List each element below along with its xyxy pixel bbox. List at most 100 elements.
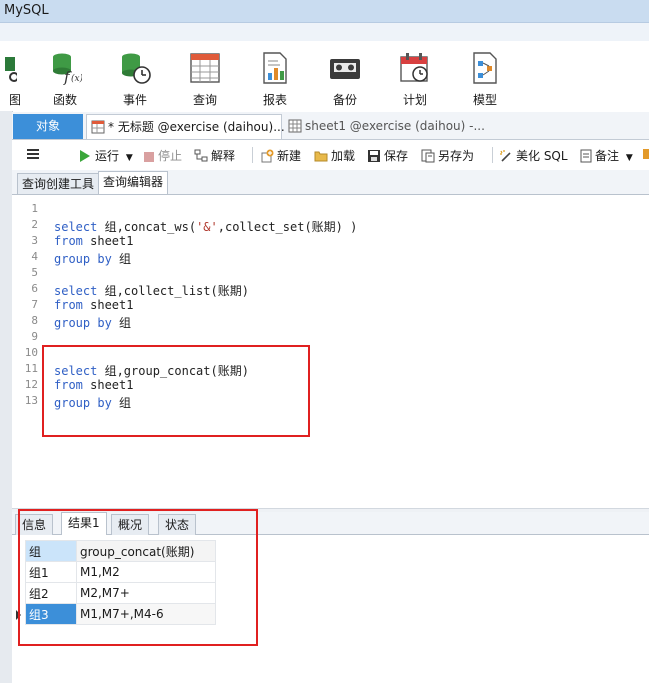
sql-keyword: group by xyxy=(54,252,112,266)
toolbar-model-button[interactable]: 模型 xyxy=(455,51,515,108)
line-number: 4 xyxy=(31,250,38,263)
magic-wand-icon xyxy=(500,150,511,162)
query-action-toolbar: 运行 ▼ 停止 解释 新建 加载 保存 另存为 美化 SQL 备注 ▼ xyxy=(12,140,649,170)
menu-bar: i xyxy=(0,23,649,63)
explain-label: 解释 xyxy=(211,149,236,163)
load-button[interactable]: 加载 xyxy=(314,147,355,164)
toolbar-backup-button[interactable]: 备份 xyxy=(315,51,375,108)
sql-keyword: group by xyxy=(54,316,112,330)
sql-keyword: select xyxy=(54,220,98,234)
document-tab-bar: 对象 * 无标题 @exercise (daihou)... sheet1 @e… xyxy=(12,112,649,140)
line-number: 10 xyxy=(24,346,38,359)
line-number: 5 xyxy=(31,266,38,279)
sql-keyword: from xyxy=(54,234,83,248)
table-icon xyxy=(288,119,302,133)
model-icon xyxy=(473,52,497,84)
toolbar-schedule-button[interactable]: 计划 xyxy=(385,51,445,108)
line-number: 13 xyxy=(24,394,38,407)
toolbar-separator xyxy=(492,147,493,163)
explain-icon xyxy=(194,149,208,162)
query-icon xyxy=(190,53,220,83)
save-as-icon xyxy=(421,149,435,163)
sql-text: 组,concat_ws( xyxy=(97,220,197,234)
new-icon xyxy=(261,149,274,163)
code-line[interactable]: from sheet1 xyxy=(54,234,133,248)
code-line[interactable]: from sheet1 xyxy=(54,298,133,312)
save-label: 保存 xyxy=(384,149,409,163)
code-line[interactable]: group by 组 xyxy=(54,250,131,267)
tab-objects[interactable]: 对象 xyxy=(13,114,83,139)
beautify-sql-button[interactable]: 美化 SQL xyxy=(499,147,568,164)
tab-query-label: * 无标题 @exercise (daihou)... xyxy=(108,120,285,134)
comment-icon xyxy=(580,149,592,163)
stop-button[interactable]: 停止 xyxy=(143,147,182,164)
tab-query-builder[interactable]: 查询创建工具 xyxy=(17,173,100,194)
toolbar-event-button[interactable]: 事件 xyxy=(105,51,165,108)
sql-text: 组,collect_list(账期) xyxy=(97,284,249,298)
sql-text: 组 xyxy=(111,316,132,330)
line-number: 6 xyxy=(31,282,38,295)
line-number: 12 xyxy=(24,378,38,391)
new-button[interactable]: 新建 xyxy=(260,147,301,164)
chevron-down-icon[interactable]: ▼ xyxy=(626,153,633,163)
sql-keyword: from xyxy=(54,298,83,312)
toolbar-function-button[interactable]: f (x) 函数 xyxy=(35,51,95,108)
line-number: 2 xyxy=(31,218,38,231)
line-number: 8 xyxy=(31,314,38,327)
save-as-button[interactable]: 另存为 xyxy=(421,147,474,164)
explain-button[interactable]: 解释 xyxy=(194,147,235,164)
toolbar-query-button[interactable]: 查询 xyxy=(175,51,235,108)
function-icon: f (x) xyxy=(53,53,82,85)
user-icon xyxy=(5,57,17,82)
line-number: 11 xyxy=(24,362,38,375)
toolbar-label: 模型 xyxy=(472,93,497,107)
toolbar-label: 报表 xyxy=(262,93,287,107)
toolbar-separator xyxy=(252,147,253,163)
toolbar-label: 图 xyxy=(8,93,21,107)
menu-hamburger-button[interactable] xyxy=(26,147,43,161)
sql-text: sheet1 xyxy=(82,298,134,312)
load-label: 加载 xyxy=(331,149,356,163)
toolbar-user-button[interactable]: 图 xyxy=(0,51,30,108)
save-as-label: 另存为 xyxy=(438,149,475,163)
sql-text: 组 xyxy=(111,252,132,266)
folder-icon xyxy=(314,151,328,162)
code-line[interactable]: group by 组 xyxy=(54,314,131,331)
code-snippet-icon xyxy=(643,149,649,159)
run-button[interactable]: 运行 ▼ xyxy=(78,147,133,164)
sql-keyword: select xyxy=(54,284,98,298)
chevron-down-icon[interactable]: ▼ xyxy=(126,153,133,163)
toolbar-report-button[interactable]: 报表 xyxy=(245,51,305,108)
event-icon xyxy=(122,53,151,84)
tab-sheet1[interactable]: sheet1 @exercise (daihou) -... xyxy=(286,114,498,139)
tab-query-untitled[interactable]: * 无标题 @exercise (daihou)... xyxy=(86,114,285,139)
overflow-toolbar-icon[interactable] xyxy=(642,147,649,161)
main-toolbar: 图 f (x) 函数 事件 查询 报表 备份 计划 模型 xyxy=(0,41,649,111)
line-number-gutter: 1 2 3 4 5 6 7 8 9 10 11 12 13 xyxy=(12,195,42,508)
toolbar-label: 计划 xyxy=(402,93,427,107)
toolbar-label: 备份 xyxy=(332,93,357,107)
tab-query-editor[interactable]: 查询编辑器 xyxy=(98,171,169,194)
new-label: 新建 xyxy=(277,149,302,163)
toolbar-label: 查询 xyxy=(192,93,217,107)
code-line[interactable]: select 组,concat_ws('&',collect_set(账期) ) xyxy=(54,218,357,235)
svg-text:(x): (x) xyxy=(71,73,82,84)
report-icon xyxy=(263,52,287,84)
hamburger-icon xyxy=(27,149,39,159)
title-bar: MySQL xyxy=(0,0,649,23)
toolbar-label: 事件 xyxy=(122,93,147,107)
save-button[interactable]: 保存 xyxy=(367,147,408,164)
stop-label: 停止 xyxy=(158,149,183,163)
code-line[interactable]: select 组,collect_list(账期) xyxy=(54,282,249,299)
line-number: 1 xyxy=(31,202,38,215)
backup-icon xyxy=(330,59,360,79)
run-label: 运行 xyxy=(95,149,120,163)
toolbar-label: 函数 xyxy=(52,93,77,107)
comment-button[interactable]: 备注 ▼ xyxy=(580,147,633,164)
sql-text: ,collect_set(账期) ) xyxy=(217,220,358,234)
line-number: 3 xyxy=(31,234,38,247)
beautify-label: 美化 SQL xyxy=(516,149,568,163)
play-icon xyxy=(80,150,90,162)
query-tab-icon xyxy=(91,120,105,134)
sql-text: sheet1 xyxy=(82,234,134,248)
